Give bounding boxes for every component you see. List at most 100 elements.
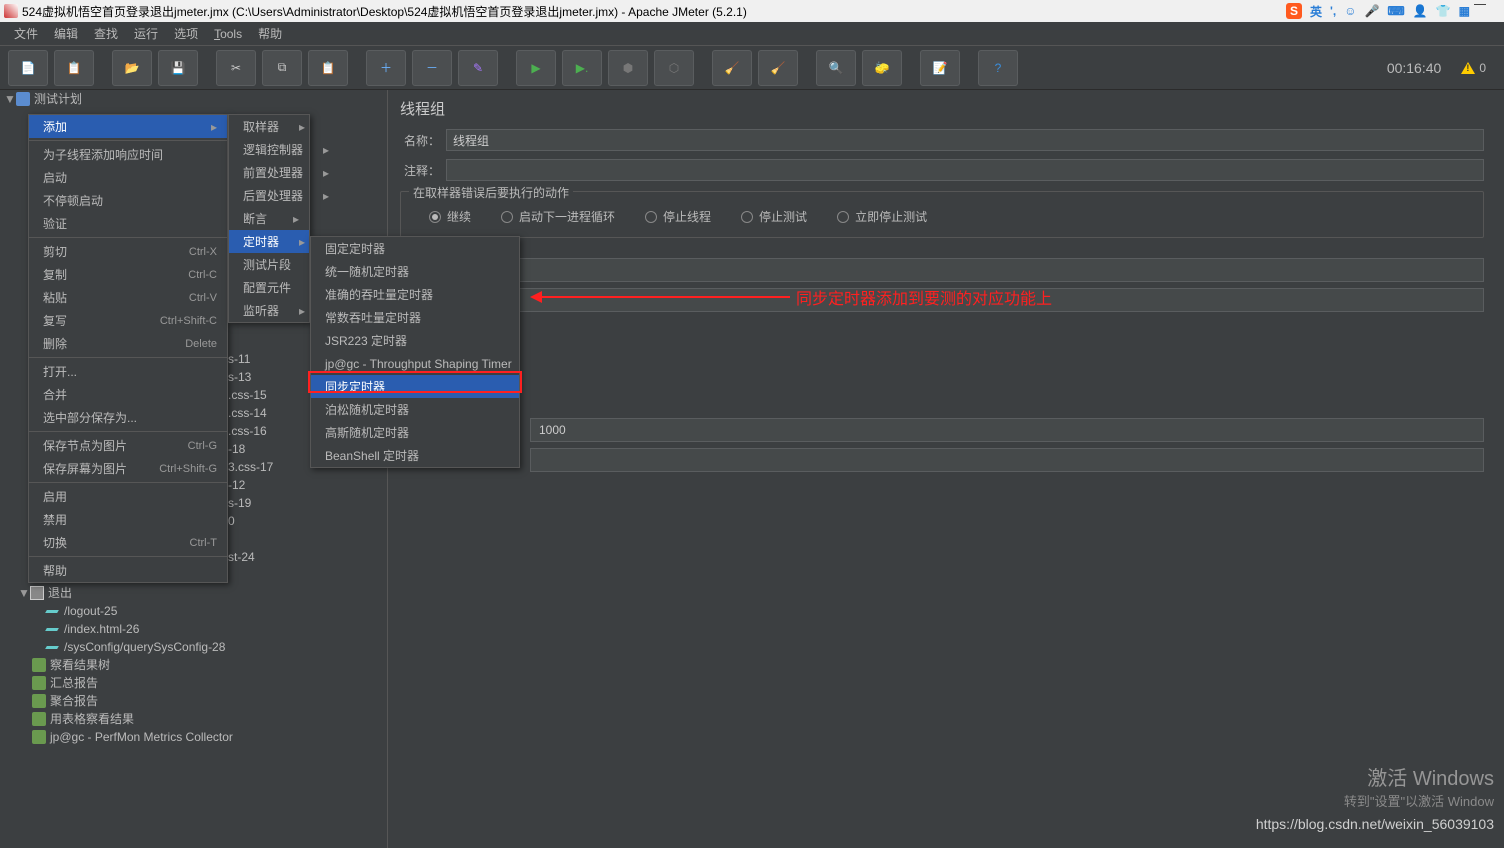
timer-item[interactable]: 固定定时器 [311,237,519,260]
tree-item[interactable]: 察看结果树 [50,656,110,674]
tree-item[interactable]: 用表格察看结果 [50,710,134,728]
menu-tools[interactable]: Tools [206,24,250,44]
tree-item[interactable]: 汇总报告 [50,674,98,692]
tree-item-exit[interactable]: 退出 [48,584,72,602]
duration-input[interactable]: 1000 [530,418,1484,442]
ctx-copyas[interactable]: 复写Ctrl+Shift-C [29,309,227,332]
ctx-item[interactable]: 为子线程添加响应时间 [29,143,227,166]
toggle-button[interactable]: ✎ [458,50,498,86]
ctx-disable[interactable]: 禁用 [29,508,227,531]
timer-item[interactable]: 常数吞吐量定时器 [311,306,519,329]
watermark-line1: 激活 Windows [1256,762,1494,791]
ctx-item[interactable]: 启动 [29,166,227,189]
ctx-delete[interactable]: 删除Delete [29,332,227,355]
ctx-item[interactable]: 不停顿启动 [29,189,227,212]
expand-button[interactable]: ＋ [366,50,406,86]
function-helper-button[interactable]: 📝 [920,50,960,86]
timer-submenu[interactable]: 固定定时器统一随机定时器准确的吞吐量定时器常数吞吐量定时器JSR223 定时器j… [310,236,520,468]
search-button[interactable]: 🔍 [816,50,856,86]
menu-edit[interactable]: 编辑 [46,22,86,45]
copy-button[interactable]: ⧉ [262,50,302,86]
ctx-toggle[interactable]: 切换Ctrl-T [29,531,227,554]
ctx-save-screen-img[interactable]: 保存屏幕为图片Ctrl+Shift-G [29,457,227,480]
help-button[interactable]: ? [978,50,1018,86]
radio-stop-now[interactable]: 立即停止测试 [837,208,927,225]
watermark-line2: 转到"设置"以激活 Window [1256,791,1494,810]
watermark-line3: https://blog.csdn.net/weixin_56039103 [1256,816,1494,832]
rampup-input[interactable]: 10 [426,288,1484,312]
tree-root[interactable]: 测试计划 [34,90,82,108]
timer-item[interactable]: JSR223 定时器 [311,329,519,352]
ctx-copy[interactable]: 复制Ctrl-C [29,263,227,286]
cut-button[interactable]: ✂ [216,50,256,86]
radio-stop-thread[interactable]: 停止线程 [645,208,711,225]
clear-all-button[interactable]: 🧹 [758,50,798,86]
timer-item[interactable]: BeanShell 定时器 [311,444,519,467]
menu-search[interactable]: 查找 [86,22,126,45]
new-button[interactable]: 📄 [8,50,48,86]
radio-next-loop[interactable]: 启动下一进程循环 [501,208,615,225]
ime-shirt-icon: 👕 [1436,4,1451,18]
window-minimize-button[interactable] [1474,4,1486,5]
add-sub-item[interactable]: 取样器▸ [229,115,309,138]
add-sub-item[interactable]: 配置元件▸ [229,276,309,299]
context-menu[interactable]: 添加▸ 为子线程添加响应时间 启动 不停顿启动 验证 剪切Ctrl-X 复制Ct… [28,114,228,583]
add-sub-item[interactable]: 断言▸ [229,207,309,230]
window-title: 524虚拟机悟空首页登录退出jmeter.jmx (C:\Users\Admin… [22,3,747,20]
comment-input[interactable] [446,159,1484,181]
stop-button[interactable]: ⬢ [608,50,648,86]
name-label: 名称： [400,132,440,149]
add-sub-item[interactable]: 测试片段▸ [229,253,309,276]
ctx-paste[interactable]: 粘贴Ctrl-V [29,286,227,309]
add-sub-item[interactable]: 逻辑控制器▸ [229,138,309,161]
save-button[interactable]: 💾 [158,50,198,86]
tree-item[interactable]: jp@gc - PerfMon Metrics Collector [50,728,233,746]
timer-item[interactable]: 高斯随机定时器 [311,421,519,444]
startup-delay-input[interactable] [530,448,1484,472]
paste-button[interactable]: 📋 [308,50,348,86]
ctx-cut[interactable]: 剪切Ctrl-X [29,240,227,263]
tree-item[interactable]: /logout-25 [64,602,117,620]
radio-continue[interactable]: 继续 [429,208,471,225]
timer-item[interactable]: 同步定时器 [311,375,519,398]
tree-item[interactable]: /sysConfig/querySysConfig-28 [64,638,225,656]
add-sub-item[interactable]: 前置处理器▸ [229,161,309,184]
shutdown-button[interactable]: ⬡ [654,50,694,86]
menu-run[interactable]: 运行 [126,22,166,45]
menu-options[interactable]: 选项 [166,22,206,45]
name-input[interactable]: 线程组 [446,129,1484,151]
timer-item[interactable]: 统一随机定时器 [311,260,519,283]
run-button[interactable]: ▶ [516,50,556,86]
ctx-add[interactable]: 添加▸ [29,115,227,138]
tree-item[interactable]: 聚合报告 [50,692,98,710]
ctx-open[interactable]: 打开... [29,360,227,383]
threads-input[interactable]: 100 [424,258,1484,282]
open-button[interactable]: 📂 [112,50,152,86]
collapse-button[interactable]: － [412,50,452,86]
ctx-merge[interactable]: 合并 [29,383,227,406]
clear-button[interactable]: 🧹 [712,50,752,86]
add-sub-item[interactable]: 监听器▸ [229,299,309,322]
jmeter-logo-icon [4,4,18,18]
timer-item[interactable]: 准确的吞吐量定时器 [311,283,519,306]
timer-item[interactable]: 泊松随机定时器 [311,398,519,421]
add-sub-item[interactable]: 后置处理器▸ [229,184,309,207]
tree-item[interactable]: /index.html-26 [64,620,139,638]
menu-file[interactable]: 文件 [6,22,46,45]
add-sub-item[interactable]: 定时器▸ [229,230,309,253]
add-submenu[interactable]: 取样器▸逻辑控制器▸前置处理器▸后置处理器▸断言▸定时器▸测试片段▸配置元件▸监… [228,114,310,323]
radio-stop-test[interactable]: 停止测试 [741,208,807,225]
ctx-save-node-img[interactable]: 保存节点为图片Ctrl-G [29,434,227,457]
templates-button[interactable]: 📋 [54,50,94,86]
window-titlebar: 524虚拟机悟空首页登录退出jmeter.jmx (C:\Users\Admin… [0,0,1504,22]
ctx-help[interactable]: 帮助 [29,559,227,582]
sampler-icon [45,628,59,631]
ctx-saveas[interactable]: 选中部分保存为... [29,406,227,429]
ctx-item[interactable]: 验证 [29,212,227,235]
run-no-pause-button[interactable]: ▶. [562,50,602,86]
timer-item[interactable]: jp@gc - Throughput Shaping Timer [311,352,519,375]
ctx-enable[interactable]: 启用 [29,485,227,508]
warning-indicator[interactable]: 0 [1461,61,1486,75]
menu-help[interactable]: 帮助 [250,22,290,45]
reset-search-button[interactable]: 🧽 [862,50,902,86]
